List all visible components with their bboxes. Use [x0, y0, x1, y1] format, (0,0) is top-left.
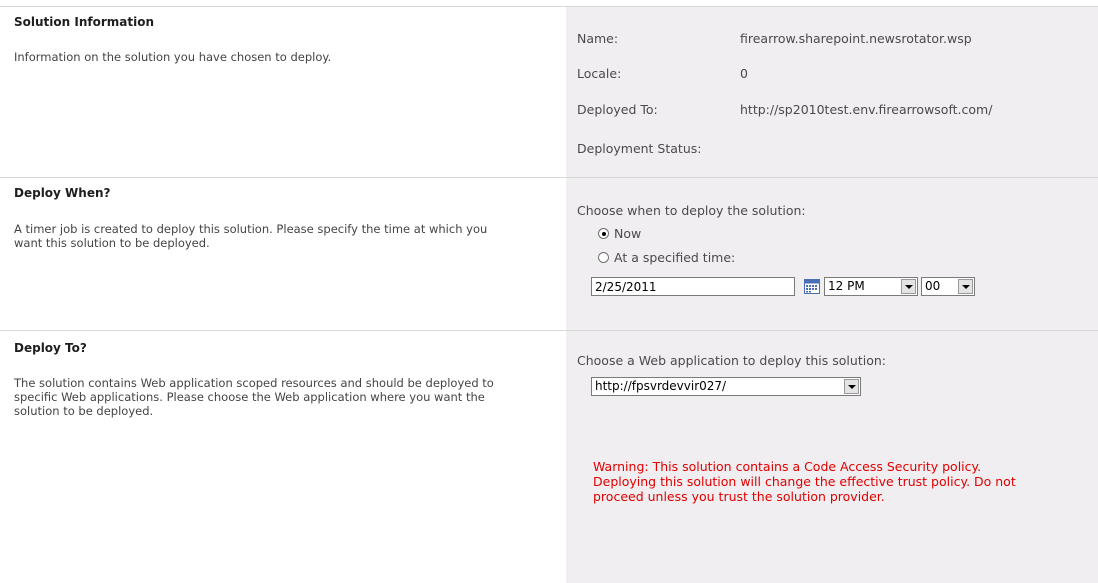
deploy-when-left: Deploy When? A timer job is created to d… [0, 178, 566, 330]
section-title: Solution Information [14, 15, 154, 29]
deployed-to-value: http://sp2010test.env.firearrowsoft.com/ [740, 102, 993, 117]
section-description: Information on the solution you have cho… [14, 50, 332, 64]
deploy-when-prompt: Choose when to deploy the solution: [577, 203, 806, 218]
minute-select[interactable]: 00 [921, 277, 975, 296]
section-description: The solution contains Web application sc… [14, 376, 494, 418]
web-application-select[interactable]: http://fpsvrdevvir027/ [591, 377, 861, 396]
deploy-to-left: Deploy To? The solution contains Web app… [0, 331, 566, 583]
section-description: A timer job is created to deploy this so… [14, 222, 488, 250]
deploy-to-panel: Choose a Web application to deploy this … [566, 331, 1098, 583]
chevron-down-icon[interactable] [901, 279, 916, 294]
deploy-when-section: Deploy When? A timer job is created to d… [0, 178, 1098, 330]
solution-information-section: Solution Information Information on the … [0, 7, 1098, 177]
deployment-status-label: Deployment Status: [577, 141, 702, 156]
now-radio-label[interactable]: Now [614, 226, 641, 241]
code-access-security-warning: Warning: This solution contains a Code A… [593, 459, 1016, 504]
specified-time-radio[interactable] [598, 252, 609, 263]
now-radio[interactable] [598, 228, 609, 239]
web-application-select-value: http://fpsvrdevvir027/ [595, 379, 727, 393]
deploy-when-panel: Choose when to deploy the solution: Now … [566, 178, 1098, 330]
chevron-down-icon[interactable] [958, 279, 973, 294]
chevron-down-icon[interactable] [844, 379, 859, 394]
section-title: Deploy When? [14, 186, 111, 200]
name-label: Name: [577, 31, 619, 46]
locale-label: Locale: [577, 66, 622, 81]
deployed-to-label: Deployed To: [577, 102, 658, 117]
deploy-to-section: Deploy To? The solution contains Web app… [0, 331, 1098, 583]
solution-information-panel: Name: firearrow.sharepoint.newsrotator.w… [566, 7, 1098, 177]
hour-select[interactable]: 12 PM [824, 277, 918, 296]
date-input[interactable] [591, 277, 795, 296]
name-value: firearrow.sharepoint.newsrotator.wsp [740, 31, 972, 46]
locale-value: 0 [740, 66, 748, 81]
solution-information-left: Solution Information Information on the … [0, 7, 566, 177]
deploy-to-prompt: Choose a Web application to deploy this … [577, 353, 886, 368]
section-title: Deploy To? [14, 341, 87, 355]
minute-select-value: 00 [925, 279, 941, 293]
calendar-icon[interactable] [804, 278, 820, 294]
hour-select-value: 12 PM [828, 279, 865, 293]
specified-time-radio-label[interactable]: At a specified time: [614, 250, 735, 265]
